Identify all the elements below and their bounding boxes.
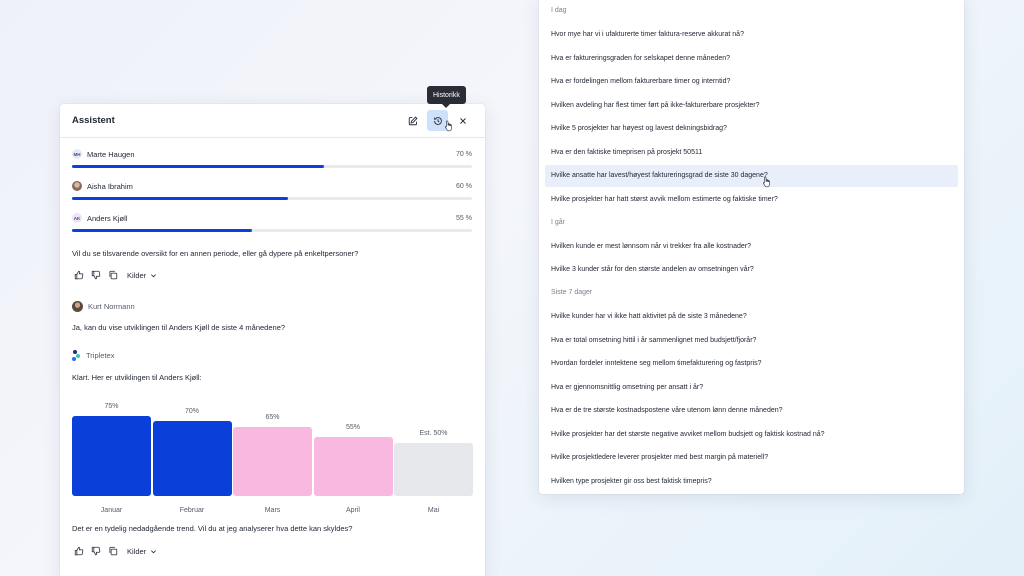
progress-fill (72, 165, 324, 168)
thumbs-down-icon[interactable] (91, 270, 101, 280)
bot-message: Klart. Her er utviklingen til Anders Kjø… (72, 373, 202, 382)
avatar (72, 181, 82, 191)
chart-value-label: 75% (104, 403, 119, 410)
chart-value-label: 70% (184, 408, 199, 416)
history-icon (433, 116, 442, 125)
person-name: Anders Kjøll (87, 213, 128, 223)
copy-icon[interactable] (108, 546, 118, 556)
person-percentage: 70 % (456, 150, 472, 158)
thumbs-down-icon[interactable] (91, 546, 101, 556)
history-item[interactable]: Hva er gjennomsnittlig omsetning per ans… (545, 376, 958, 398)
assistant-header: Assistent (60, 104, 485, 138)
chart-bar (313, 437, 393, 496)
history-item[interactable]: Hvilken avdeling har flest timer ført på… (545, 94, 958, 116)
history-item[interactable]: Hvilken type prosjekter gir oss best fak… (545, 470, 958, 492)
chart-category-label: Februar (179, 507, 205, 514)
user-name: Kurt Normann (88, 302, 135, 311)
chart-bar (152, 421, 232, 496)
progress-track (72, 229, 472, 232)
thumbs-up-icon[interactable] (74, 546, 84, 556)
person-percentage: 60 % (456, 182, 472, 190)
sources-dropdown[interactable]: Kilder (127, 547, 157, 556)
chart-value-label: Est. 50% (419, 429, 448, 437)
assistant-message: Det er en tydelig nedadgående trend. Vil… (72, 524, 353, 533)
person-row: MH Marte Haugen 70 % (72, 148, 472, 168)
progress-fill (72, 197, 288, 200)
sources-label: Kilder (127, 270, 147, 280)
close-button[interactable] (452, 110, 473, 131)
person-percentage: 55 % (456, 214, 472, 222)
history-item[interactable]: Hva er de tre største kostnadspostene vå… (545, 400, 958, 422)
person-name: Marte Haugen (87, 149, 135, 159)
chart-bar-column: 65% (233, 414, 312, 496)
chart-bar (72, 416, 151, 496)
message-actions: Kilder (74, 546, 157, 556)
close-icon (459, 117, 466, 124)
history-item[interactable]: Hva er faktureringsgraden for selskapet … (545, 47, 958, 69)
chart-bar-column: 70% (152, 408, 232, 496)
bar-chart: 75% Januar 70% Februar 65% Mars 55% April Est. 5… (72, 394, 474, 514)
history-item[interactable]: Hvilke 5 prosjekter har høyest og lavest… (545, 118, 958, 140)
chart-category-label: Januar (100, 507, 123, 514)
avatar: AK (72, 213, 82, 223)
history-panel: I dag Hvor mye har vi i ufakturerte timer… (539, 0, 964, 494)
progress-track (72, 197, 472, 200)
history-item[interactable]: Hvilke 3 kunder står for den største and… (545, 259, 958, 281)
person-row: Aisha Ibrahim 60 % (72, 180, 472, 200)
avatar: MH (72, 149, 82, 159)
history-tooltip: Historikk (427, 86, 466, 108)
history-item[interactable]: Hva er fordelingen mellom fakturerbare t… (545, 71, 958, 93)
hand-cursor-icon (445, 120, 452, 132)
chevron-down-icon (151, 273, 157, 277)
user-avatar (72, 301, 83, 312)
history-item[interactable]: Hvilke prosjekter har det største negati… (545, 423, 958, 445)
chart-bar-column: 75% (72, 403, 151, 496)
chart-category-label: Mars (264, 507, 281, 514)
chart-bar (233, 426, 312, 496)
new-chat-button[interactable] (402, 110, 423, 131)
history-item[interactable]: Hva er den faktiske timeprisen på prosje… (545, 141, 958, 163)
sources-dropdown[interactable]: Kilder (127, 271, 157, 280)
bot-name: Tripletex (86, 351, 115, 360)
history-item[interactable]: Hvilke prosjekter har hatt størst avvik … (545, 188, 958, 210)
history-item[interactable]: Hvilke kunder har vi ikke hatt aktivitet… (545, 306, 958, 328)
person-name: Aisha Ibrahim (87, 181, 133, 191)
chart-bar (394, 442, 473, 496)
history-item[interactable]: Hvilke prosjektledere leverer prosjekter… (545, 447, 958, 469)
chart-bar-column: Est. 50% (394, 430, 473, 496)
history-item[interactable]: Hvor mye har vi i ufakturerte timer fakt… (545, 24, 958, 46)
assistant-title: Assistent (72, 115, 115, 126)
history-item[interactable]: Hvilken kunde er mest lønnsom når vi tre… (545, 235, 958, 257)
user-sender: Kurt Normann (72, 301, 135, 312)
user-message: Ja, kan du vise utviklingen til Anders K… (72, 323, 286, 332)
history-group-label: I dag (551, 7, 567, 14)
tripletex-logo-icon (72, 350, 81, 361)
sources-label: Kilder (127, 546, 147, 556)
chart-value-label: 55% (345, 424, 360, 432)
message-actions: Kilder (74, 270, 157, 280)
chart-category-label: April (345, 507, 360, 514)
chart-category-label: Mai (427, 507, 440, 514)
history-item[interactable]: Hvilke ansatte har lavest/høyest fakture… (545, 164, 958, 187)
bot-sender: Tripletex (72, 350, 114, 361)
hand-cursor-icon (763, 176, 770, 188)
person-row: AK Anders Kjøll 55 % (72, 212, 472, 232)
edit-icon (408, 115, 418, 125)
history-group-label: I går (551, 218, 566, 226)
chevron-down-icon (151, 549, 157, 553)
progress-track (72, 165, 472, 168)
chart-value-label: 65% (265, 413, 280, 421)
history-group-label: Siste 7 dager (551, 289, 593, 296)
thumbs-up-icon[interactable] (74, 270, 84, 280)
assistant-message: Vil du se tilsvarende oversikt for en an… (72, 249, 359, 258)
history-item[interactable]: Hva er total omsetning hittil i år samme… (545, 329, 958, 351)
progress-fill (72, 229, 252, 232)
chart-bar-column: 55% (313, 424, 393, 496)
history-item[interactable]: Hvordan fordeler inntektene seg mellom t… (545, 353, 958, 375)
copy-icon[interactable] (108, 270, 118, 280)
assistant-panel: Assistent MH Marte Haugen 70 % Aisha Ibr… (60, 104, 485, 576)
